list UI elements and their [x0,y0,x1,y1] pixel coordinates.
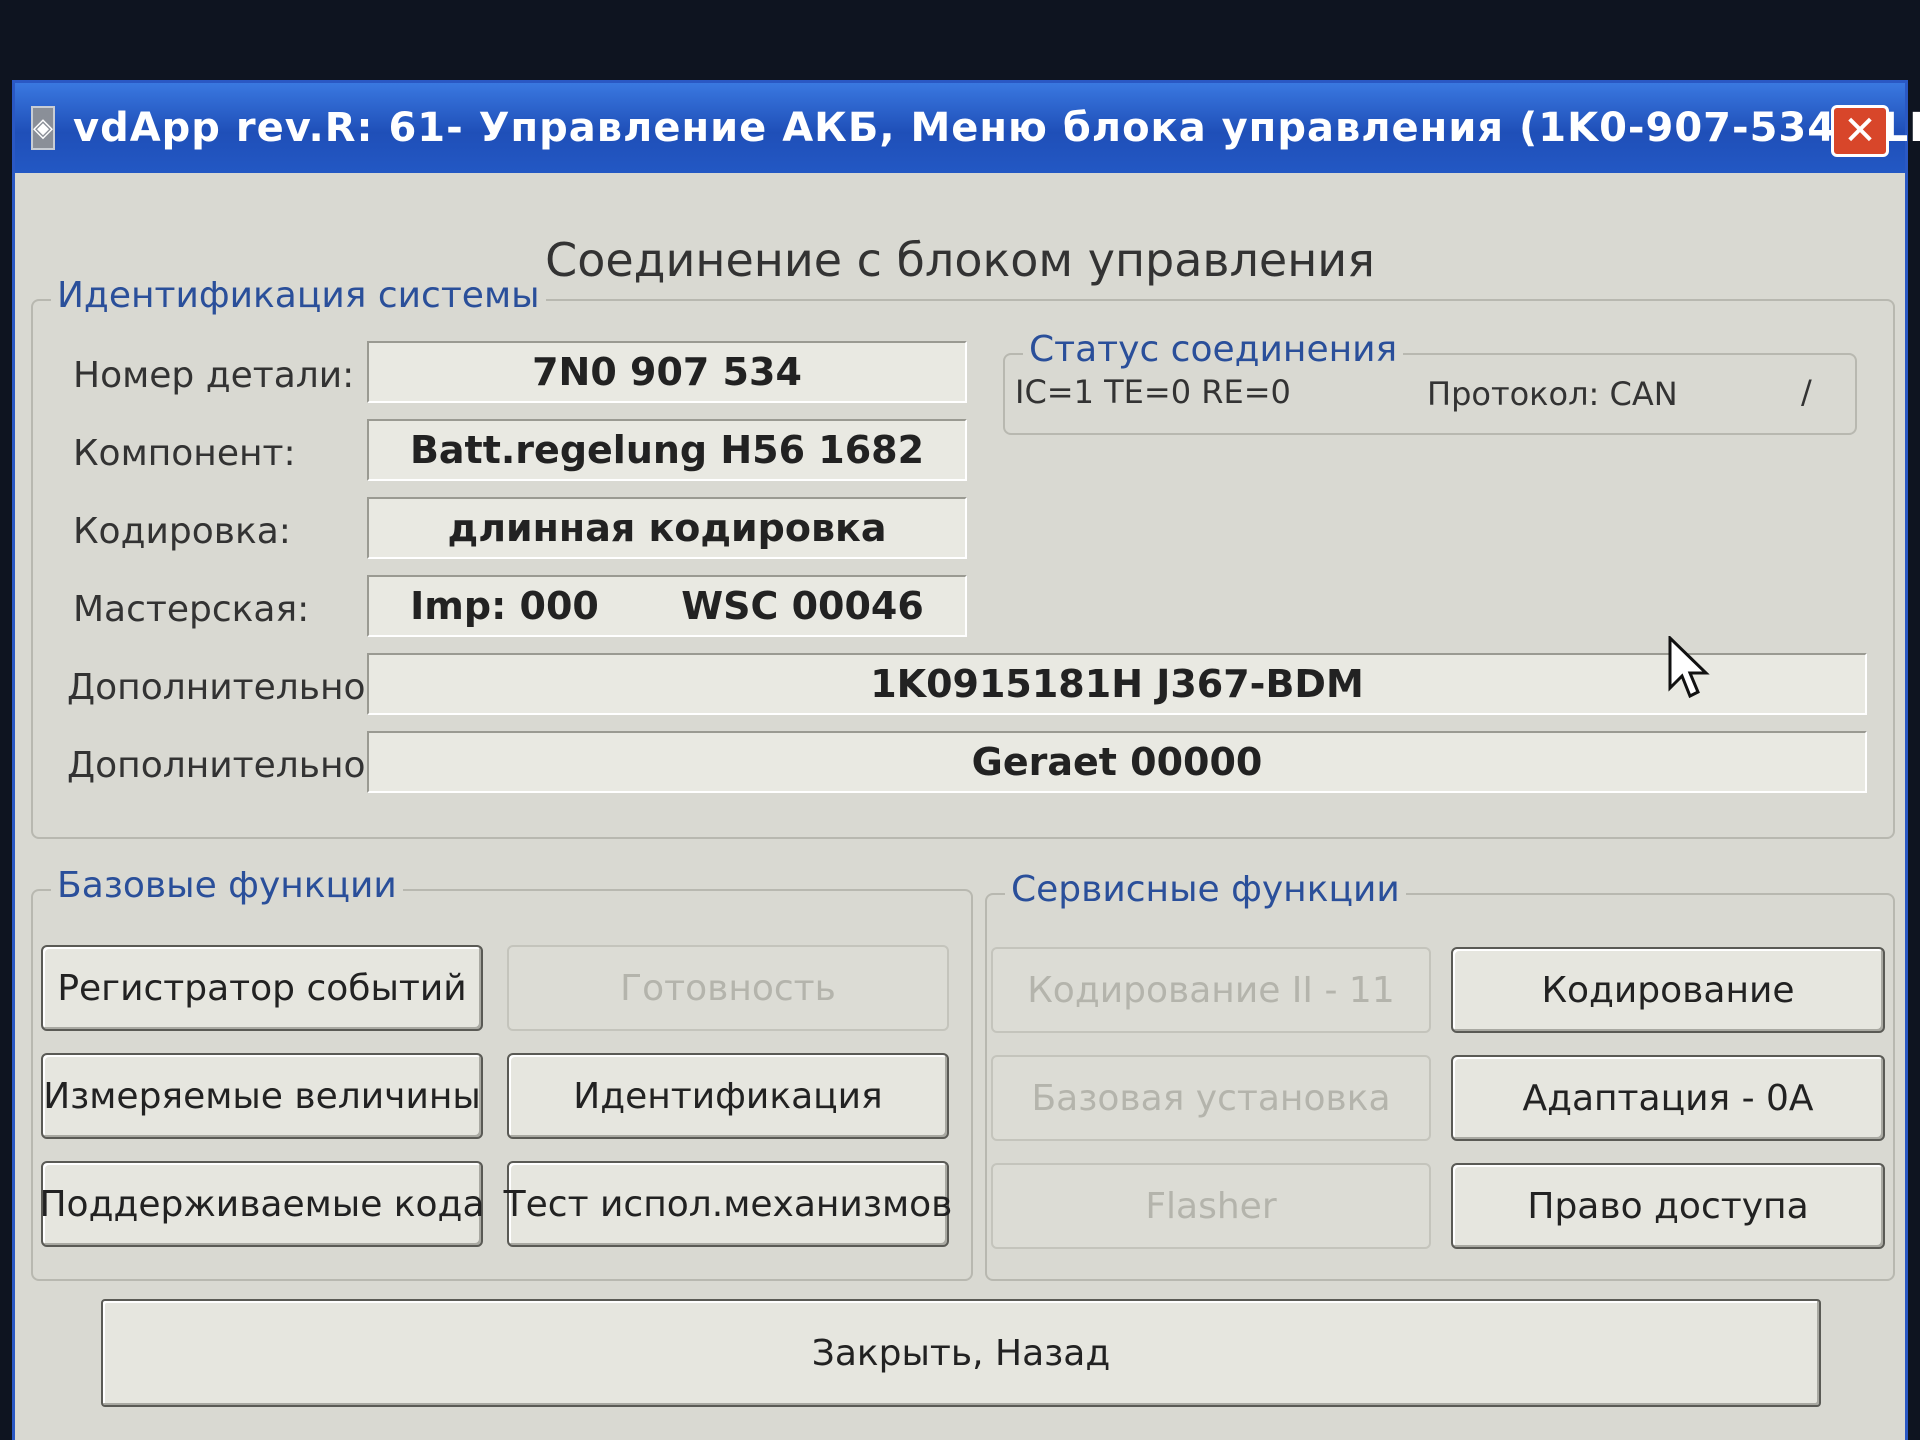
close-back-button[interactable]: Закрыть, Назад [101,1299,1821,1407]
window-title: vdApp rev.R: 61- Управление АКБ, Меню бл… [73,105,1920,151]
title-bar: ◈ vdApp rev.R: 61- Управление АКБ, Меню … [15,83,1920,173]
event-log-button[interactable]: Регистратор событий [41,945,483,1031]
flasher-button[interactable]: Flasher [991,1163,1431,1249]
status-counters: IC=1 TE=0 RE=0 [1015,373,1291,411]
workshop-imp: Imp: 000 [410,584,599,628]
mouse-cursor-icon [1668,636,1710,699]
component-label: Компонент: [73,433,296,474]
extra1-label: Дополнительно: [67,667,378,708]
workshop-field: Imp: 000 WSC 00046 [367,575,967,637]
extra2-label: Дополнительно: [67,745,378,786]
status-protocol: Протокол: CAN [1427,375,1678,413]
extra1-field: 1K0915181H J367-BDM [367,653,1867,715]
service-functions-legend: Сервисные функции [1005,869,1406,910]
identification-legend: Идентификация системы [51,275,546,316]
coding2-button[interactable]: Кодирование II - 11 [991,947,1431,1033]
workshop-label: Мастерская: [73,589,310,630]
coding-button[interactable]: Кодирование [1451,947,1885,1033]
actuator-test-button[interactable]: Тест испол.механизмов [504,1161,952,1247]
access-button[interactable]: Право доступа [1451,1163,1885,1249]
component-field: Batt.regelung H56 1682 [367,419,967,481]
identification-button[interactable]: Идентификация [507,1053,949,1139]
workshop-wsc: WSC 00046 [681,584,924,628]
measured-values-button[interactable]: Измеряемые величины [41,1053,483,1139]
close-icon[interactable]: ✕ [1831,105,1889,157]
part-number-label: Номер детали: [73,355,355,396]
connection-status-group: Статус соединения IC=1 TE=0 RE=0 Протоко… [1003,329,1857,435]
supported-codes-button[interactable]: Поддерживаемые кода [39,1161,485,1247]
coding-label: Кодировка: [73,511,291,552]
connection-status-legend: Статус соединения [1023,329,1404,370]
status-slash: / [1801,373,1812,411]
extra2-field: Geraet 00000 [367,731,1867,793]
adaptation-button[interactable]: Адаптация - 0А [1451,1055,1885,1141]
coding-field: длинная кодировка [367,497,967,559]
basic-setting-button[interactable]: Базовая установка [991,1055,1431,1141]
control-module-window: ◈ vdApp rev.R: 61- Управление АКБ, Меню … [12,80,1920,1440]
app-icon: ◈ [31,106,55,150]
part-number-field: 7N0 907 534 [367,341,967,403]
readiness-button[interactable]: Готовность [507,945,949,1031]
basic-functions-legend: Базовые функции [51,865,403,906]
